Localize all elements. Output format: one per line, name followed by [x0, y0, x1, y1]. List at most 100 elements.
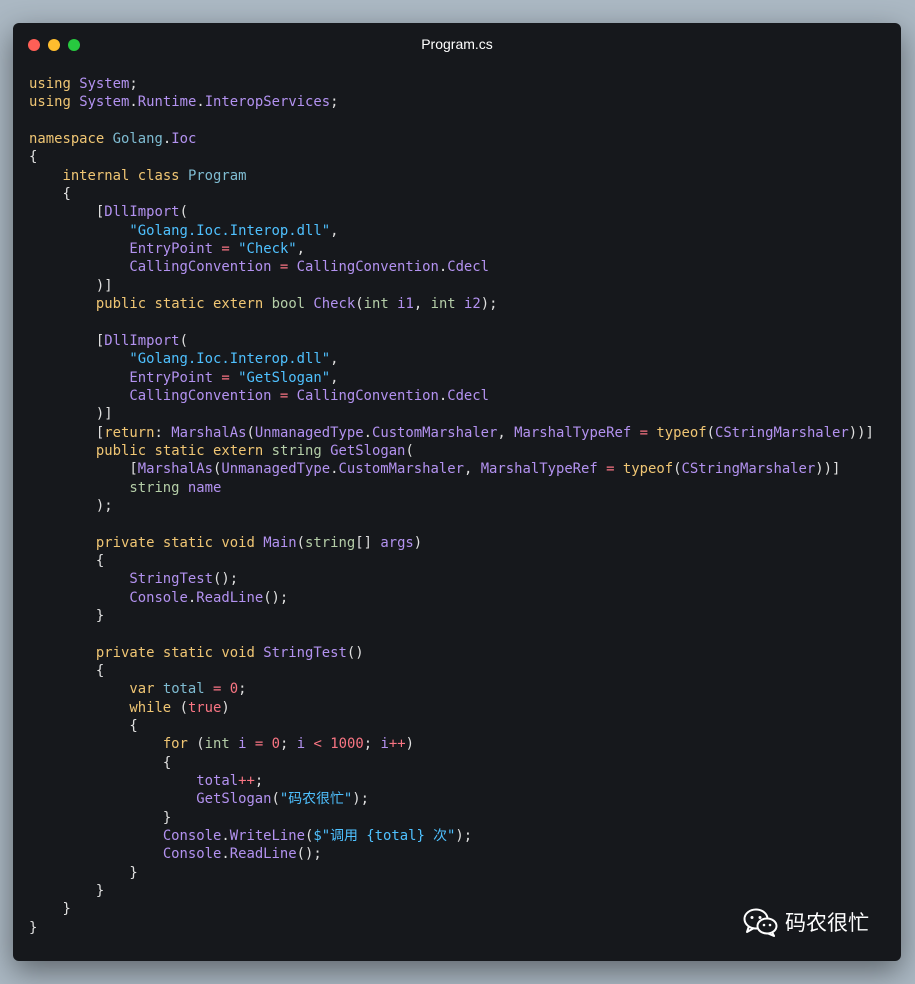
code-token: ()	[346, 644, 364, 661]
code-line: var total = 0;	[29, 680, 874, 698]
code-token: var	[129, 681, 155, 698]
code-line: GetSlogan("码农很忙");	[29, 790, 874, 808]
wechat-icon	[743, 908, 778, 937]
code-token: ;	[238, 681, 247, 698]
code-line: StringTest();	[29, 570, 874, 588]
code-token: static	[154, 442, 205, 459]
code-token: :	[154, 424, 163, 441]
code-token: void	[221, 644, 255, 661]
code-line: }	[29, 809, 874, 827]
code-token: total	[196, 773, 239, 790]
code-line: )]	[29, 405, 874, 423]
code-token: static	[162, 644, 214, 661]
code-token: (	[246, 424, 255, 441]
code-token: {	[29, 149, 38, 166]
code-token: Main	[263, 534, 297, 551]
code-token: 1000	[330, 736, 364, 753]
code-line: {	[29, 185, 874, 203]
code-line: )]	[29, 277, 874, 295]
code-token: EntryPoint	[129, 241, 213, 258]
code-line: }	[29, 882, 874, 900]
code-token: [	[129, 461, 138, 478]
window-title: Program.cs	[421, 36, 493, 52]
code-line: public static extern bool Check(int i1, …	[29, 295, 874, 313]
code-line: [DllImport(	[29, 332, 874, 350]
code-token: {	[129, 718, 138, 735]
code-token: (	[196, 736, 205, 753]
code-token: static	[162, 534, 214, 551]
code-line: while (true)	[29, 699, 874, 717]
code-token: void	[221, 534, 255, 551]
code-line: {	[29, 717, 874, 735]
code-token: ;	[330, 94, 339, 111]
code-token: CustomMarshaler	[338, 461, 464, 478]
code-token: while	[129, 699, 172, 716]
code-token: StringTest	[129, 571, 213, 588]
code-token: .	[363, 424, 372, 441]
code-block[interactable]: using System; using System.Runtime.Intero…	[29, 75, 874, 937]
code-token: }	[95, 883, 105, 900]
code-token: Golang	[112, 131, 163, 148]
code-line: string name	[29, 479, 874, 497]
code-token: );	[352, 791, 369, 808]
code-token: internal	[62, 167, 130, 184]
code-token: )]	[95, 277, 113, 294]
code-line: );	[29, 497, 874, 515]
code-token: ();	[213, 571, 239, 588]
code-token: int	[204, 736, 230, 753]
code-line: {	[29, 662, 874, 680]
code-line: "Golang.Ioc.Interop.dll",	[29, 350, 874, 368]
code-token: EntryPoint	[129, 369, 213, 386]
code-token: UnmanagedType	[221, 461, 331, 478]
code-token: extern	[213, 296, 264, 313]
code-token: Program	[187, 167, 247, 184]
code-token: namespace	[29, 131, 105, 148]
code-token: .	[196, 94, 205, 111]
code-token: .	[438, 387, 448, 404]
code-token: ,	[330, 351, 339, 368]
code-token: ;	[129, 76, 138, 92]
code-token: (	[179, 332, 188, 349]
code-line: Console.ReadLine();	[29, 845, 874, 863]
code-token: ))]	[848, 424, 874, 441]
code-token: Console	[162, 828, 222, 845]
code-token: =	[221, 369, 230, 386]
code-token: )]	[95, 406, 113, 423]
code-token: );	[455, 828, 473, 845]
code-token: )	[405, 736, 414, 753]
